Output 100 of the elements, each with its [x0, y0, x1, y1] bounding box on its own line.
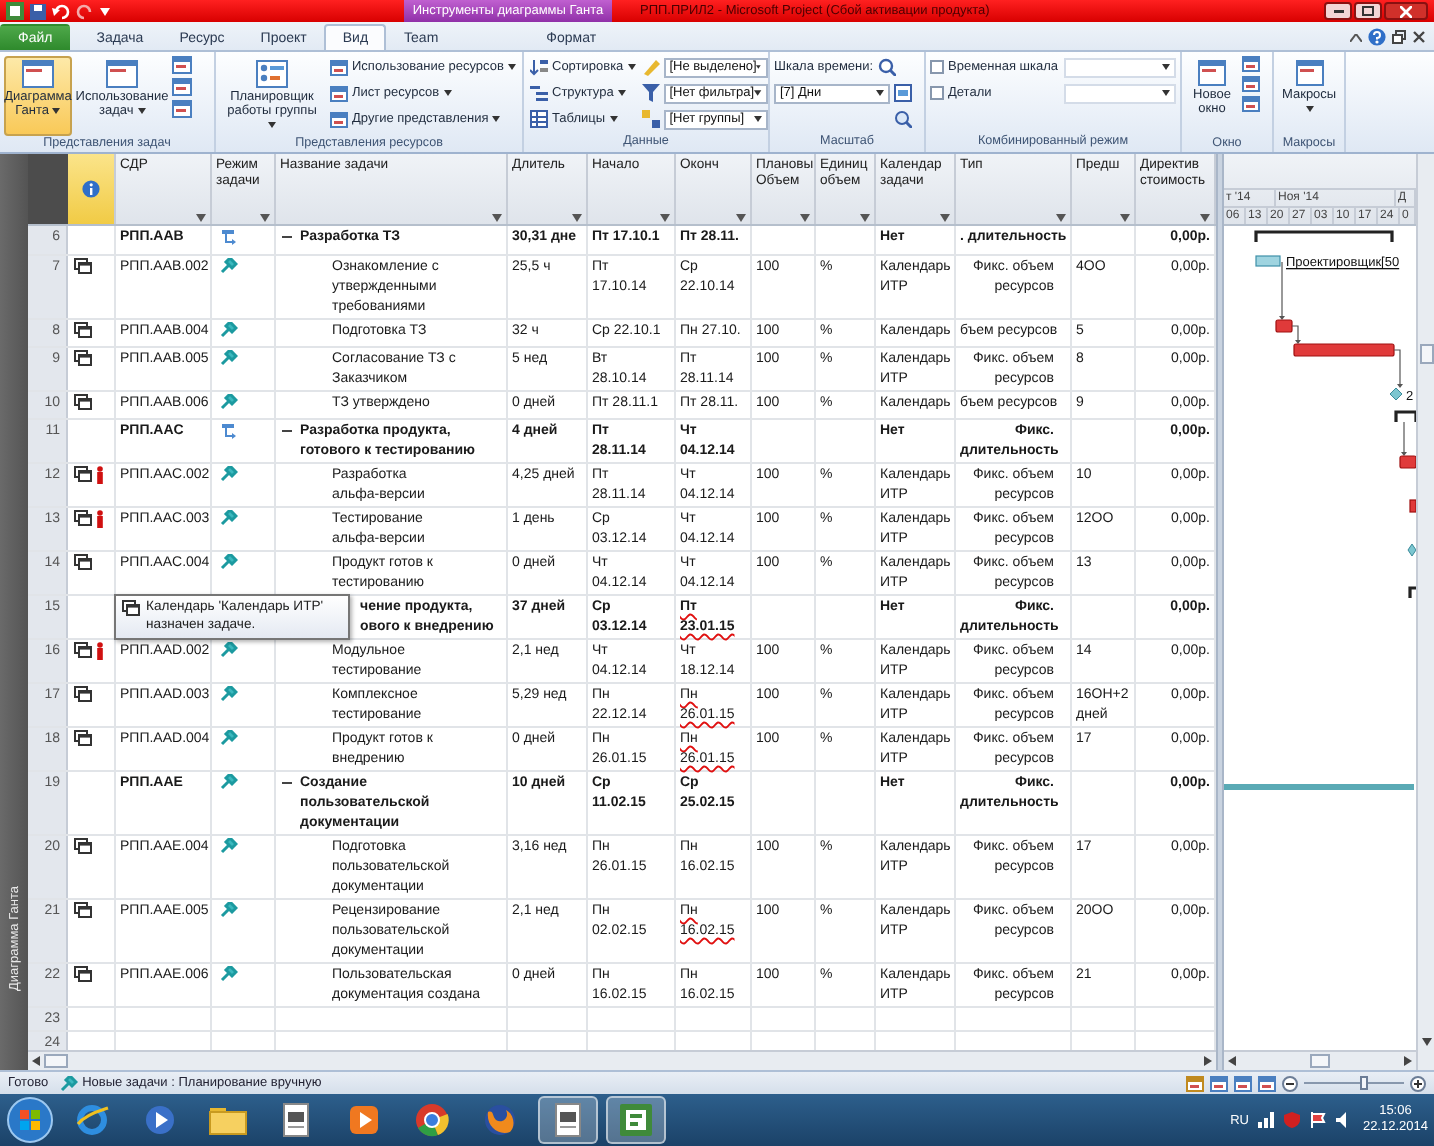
- resource-sheet-icon: [330, 85, 348, 101]
- summary-bar: [1394, 410, 1416, 422]
- maximize-icon: [1362, 6, 1374, 16]
- pin-icon: [220, 554, 238, 570]
- scroll-arrow-icon[interactable]: [32, 1056, 40, 1066]
- column-dropdown-icon[interactable]: [492, 214, 502, 222]
- close-icon[interactable]: [1412, 30, 1426, 44]
- scrollbar-thumb[interactable]: [44, 1054, 68, 1068]
- help-icon[interactable]: [1368, 28, 1386, 46]
- auto-schedule-icon: [220, 228, 238, 246]
- summary-bar: [1408, 586, 1416, 598]
- column-dropdown-icon[interactable]: [660, 214, 670, 222]
- play-app-icon: [346, 1102, 382, 1138]
- other-views-icon: [330, 111, 348, 127]
- caret-icon: [52, 108, 61, 114]
- column-dropdown-icon[interactable]: [572, 214, 582, 222]
- save-icon[interactable]: [30, 3, 46, 19]
- restore-icon[interactable]: [1392, 30, 1406, 44]
- scroll-arrow-icon[interactable]: [1228, 1056, 1236, 1066]
- horizontal-scrollbar[interactable]: [1224, 1050, 1416, 1070]
- customize-caret-icon[interactable]: [100, 7, 110, 15]
- scrollbar-thumb[interactable]: [1419, 344, 1433, 364]
- flag-icon[interactable]: [1310, 1112, 1327, 1128]
- calendar-indicator-icon: [74, 554, 92, 570]
- caret-icon: [617, 90, 626, 96]
- slider-thumb[interactable]: [1360, 1076, 1368, 1090]
- redo-icon[interactable]: [76, 3, 94, 19]
- browser-icon: [74, 1102, 110, 1138]
- caret-icon: [756, 64, 762, 70]
- macros-icon: [1295, 60, 1324, 86]
- sheet-view-icon: [1234, 1075, 1252, 1091]
- caret-icon: [492, 116, 501, 122]
- calendar-indicator-icon: [74, 686, 92, 702]
- checkbox[interactable]: [930, 86, 944, 100]
- pin-icon: [220, 466, 238, 482]
- zoom-out-icon[interactable]: [1282, 1075, 1298, 1091]
- collapse-toggle-icon[interactable]: [282, 232, 292, 242]
- collapse-ribbon-icon[interactable]: [1350, 33, 1362, 41]
- calendar-indicator-icon: [122, 600, 140, 616]
- vertical-scrollbar[interactable]: [1416, 154, 1434, 1070]
- close-button[interactable]: [1384, 2, 1428, 20]
- column-dropdown-icon[interactable]: [1200, 214, 1210, 222]
- folder-icon: [208, 1104, 248, 1136]
- table-icon: [530, 110, 548, 128]
- column-dropdown-icon[interactable]: [860, 214, 870, 222]
- pin-icon: [220, 642, 238, 658]
- undo-icon[interactable]: [52, 3, 70, 19]
- resource-usage-icon: [330, 59, 348, 75]
- entire-project-icon[interactable]: [894, 84, 912, 102]
- document-icon: [552, 1102, 584, 1138]
- zoom-in-icon[interactable]: [1410, 1075, 1426, 1091]
- column-dropdown-icon[interactable]: [1120, 214, 1130, 222]
- link-arrow: [1393, 349, 1403, 388]
- zoom-selected-icon[interactable]: [894, 110, 912, 128]
- collapse-toggle-icon[interactable]: [282, 426, 292, 436]
- task-bar: [1255, 255, 1281, 267]
- usage-view-icon: [1210, 1075, 1228, 1091]
- group-icon: [641, 110, 660, 128]
- column-dropdown-icon[interactable]: [940, 214, 950, 222]
- network-view-icon: [172, 56, 192, 74]
- gantt-view-icon: [22, 60, 54, 88]
- caret-icon: [443, 90, 452, 96]
- media-player-icon: [142, 1102, 178, 1138]
- start-button[interactable]: [6, 1096, 54, 1144]
- milestone-marker: [1389, 387, 1403, 401]
- horizontal-scrollbar[interactable]: [28, 1050, 1216, 1070]
- taskbar-button[interactable]: [606, 1096, 666, 1144]
- other-views-icon: [172, 100, 192, 118]
- calendar-indicator-icon: [74, 510, 92, 526]
- calendar-indicator-icon: [74, 466, 92, 482]
- scroll-arrow-icon[interactable]: [1204, 1056, 1212, 1066]
- column-dropdown-icon[interactable]: [800, 214, 810, 222]
- column-dropdown-icon[interactable]: [1056, 214, 1066, 222]
- column-dropdown-icon[interactable]: [196, 214, 206, 222]
- caret-icon: [1162, 90, 1170, 96]
- taskbar-button[interactable]: [538, 1096, 598, 1144]
- pin-icon: [220, 322, 238, 338]
- pin-icon: [220, 966, 238, 982]
- caret-icon: [507, 64, 516, 70]
- hide-icon: [1242, 96, 1260, 112]
- zoom-icon[interactable]: [877, 58, 896, 76]
- person-indicator-icon: [96, 642, 104, 660]
- maximize-button[interactable]: [1354, 2, 1382, 20]
- scrollbar-thumb[interactable]: [1310, 1054, 1330, 1068]
- sort-icon: [530, 58, 548, 76]
- project-app-icon: [618, 1102, 654, 1138]
- arrange-icon: [1242, 76, 1260, 92]
- calendar-indicator-icon: [74, 642, 92, 658]
- person-indicator-icon: [96, 510, 104, 528]
- calendar-indicator-icon: [74, 394, 92, 410]
- checkbox[interactable]: [930, 60, 944, 74]
- document-icon: [280, 1102, 312, 1138]
- pin-icon: [220, 394, 238, 410]
- pin-icon: [220, 774, 238, 790]
- collapse-toggle-icon[interactable]: [282, 778, 292, 788]
- column-dropdown-icon[interactable]: [736, 214, 746, 222]
- link-arrow: [1401, 421, 1407, 456]
- minimize-button[interactable]: [1324, 2, 1352, 20]
- network-icon[interactable]: [1258, 1112, 1275, 1128]
- column-dropdown-icon[interactable]: [260, 214, 270, 222]
